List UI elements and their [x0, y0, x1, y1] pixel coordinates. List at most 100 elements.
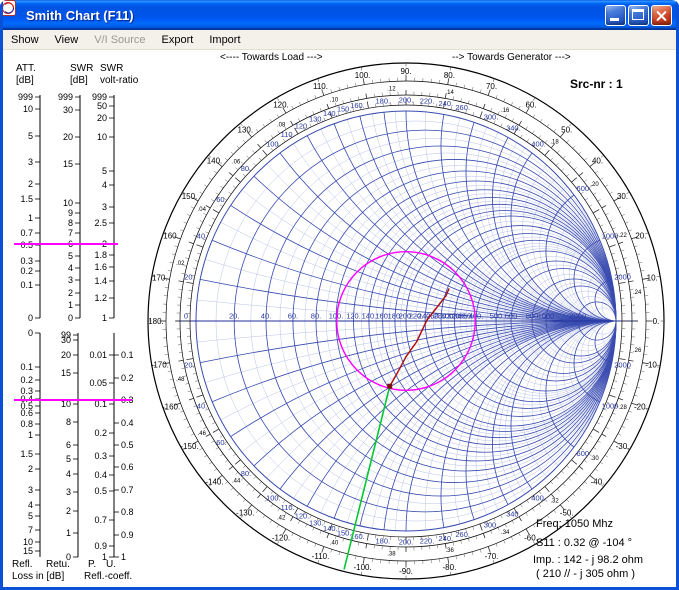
svg-text:110.: 110. — [313, 82, 328, 91]
nomo-footer-0: Refl. — [12, 559, 33, 570]
svg-text:90.: 90. — [400, 67, 411, 76]
svg-text:9: 9 — [68, 208, 73, 218]
svg-text:0: 0 — [28, 313, 33, 323]
svg-text:-90.: -90. — [399, 567, 413, 576]
nomo-header-2-unit: volt-ratio — [100, 75, 138, 86]
svg-text:1: 1 — [68, 300, 73, 310]
svg-text:220.: 220. — [420, 97, 435, 106]
svg-text:0.1: 0.1 — [20, 280, 33, 290]
svg-text:1.5: 1.5 — [20, 194, 33, 204]
scale-refl-loss: 00.10.20.30.40.50.60.811.5234571015 — [20, 328, 40, 557]
towards-generator-label: --> Towards Generator ---> — [452, 52, 571, 63]
svg-text:20.: 20. — [635, 231, 646, 240]
svg-text:0.2: 0.2 — [20, 375, 33, 385]
svg-text:180.: 180. — [148, 317, 164, 326]
svg-text:160.: 160. — [350, 101, 365, 110]
svg-text:0.2: 0.2 — [121, 373, 134, 383]
svg-text:340.: 340. — [506, 123, 521, 132]
svg-text:1.4: 1.4 — [94, 276, 107, 286]
svg-text:.10: .10 — [330, 97, 339, 103]
svg-text:0: 0 — [68, 313, 73, 323]
svg-text:60.: 60. — [216, 438, 226, 447]
nomo-footer-2: P. — [88, 559, 96, 570]
nomo-footer2-0: Loss in [dB] — [12, 571, 64, 582]
maximize-button[interactable] — [628, 5, 649, 26]
scale-p-coeff: 0.010.050.10.20.30.40.50.70.91 — [89, 333, 114, 562]
menu-item-show[interactable]: Show — [3, 32, 47, 48]
svg-text:0.5: 0.5 — [94, 486, 107, 496]
menu-item-import[interactable]: Import — [201, 32, 248, 48]
svg-text:.08: .08 — [277, 122, 286, 128]
svg-text:1000: 1000 — [538, 312, 555, 321]
result-impedance-parallel: ( 210 // - j 305 ohm ) — [536, 568, 635, 580]
svg-text:3: 3 — [102, 202, 107, 212]
svg-text:140.: 140. — [207, 156, 223, 165]
svg-text:.36: .36 — [445, 548, 454, 554]
svg-text:0.: 0. — [653, 317, 660, 326]
svg-text:170.: 170. — [152, 274, 168, 283]
svg-text:4: 4 — [102, 180, 107, 190]
svg-text:0.3: 0.3 — [94, 451, 107, 461]
svg-text:20: 20 — [63, 132, 73, 142]
svg-text:.40: .40 — [330, 541, 339, 547]
svg-text:10: 10 — [23, 104, 33, 114]
svg-text:2000: 2000 — [614, 360, 631, 369]
nomo-footer-3: U. — [106, 559, 116, 570]
svg-text:-110.: -110. — [312, 552, 330, 561]
svg-text:2: 2 — [68, 288, 73, 298]
svg-text:5: 5 — [66, 454, 71, 464]
nomo-header-1-title: SWR — [70, 63, 93, 74]
close-button[interactable] — [651, 5, 672, 26]
app-icon — [5, 7, 21, 23]
svg-text:0.6: 0.6 — [121, 462, 134, 472]
svg-text:80.: 80. — [444, 71, 455, 80]
svg-text:.02: .02 — [176, 261, 185, 267]
svg-text:0.7: 0.7 — [94, 515, 107, 525]
svg-text:200.: 200. — [399, 538, 414, 547]
svg-text:600: 600 — [577, 184, 590, 193]
svg-text:.16: .16 — [501, 108, 510, 114]
svg-text:20: 20 — [61, 350, 71, 360]
svg-text:80.: 80. — [241, 164, 251, 173]
svg-text:50.: 50. — [561, 125, 572, 134]
svg-text:300.: 300. — [484, 113, 499, 122]
svg-text:200.: 200. — [399, 96, 414, 105]
result-s11: S11 : 0.32 @ -104 ° — [536, 537, 632, 549]
svg-text:140.: 140. — [362, 312, 377, 321]
svg-text:500: 500 — [490, 312, 503, 321]
svg-text:130.: 130. — [309, 115, 324, 124]
titlebar[interactable]: Smith Chart (F11) — [0, 0, 679, 30]
svg-text:160.: 160. — [163, 231, 179, 240]
svg-text:.46: .46 — [198, 431, 207, 437]
svg-text:0.05: 0.05 — [89, 378, 107, 388]
svg-text:.42: .42 — [277, 516, 286, 522]
svg-text:10: 10 — [63, 198, 73, 208]
svg-text:-40.: -40. — [591, 478, 605, 487]
s11-marker[interactable] — [387, 384, 392, 389]
svg-text:0.7: 0.7 — [20, 228, 33, 238]
svg-text:150.: 150. — [182, 192, 198, 201]
svg-text:1.2: 1.2 — [94, 293, 107, 303]
svg-text:70.: 70. — [486, 82, 497, 91]
svg-text:2: 2 — [28, 464, 33, 474]
svg-text:.18: .18 — [550, 139, 559, 145]
svg-text:8: 8 — [68, 218, 73, 228]
svg-text:260.: 260. — [455, 530, 470, 539]
menu-item-export[interactable]: Export — [154, 32, 202, 48]
menu-item-v-i-source: V/I Source — [86, 32, 153, 48]
svg-text:5: 5 — [68, 251, 73, 261]
svg-text:999: 999 — [18, 92, 33, 102]
menubar: ShowViewV/I SourceExportImport — [3, 30, 676, 50]
menu-item-view[interactable]: View — [47, 32, 87, 48]
svg-text:10: 10 — [97, 132, 107, 142]
svg-text:1: 1 — [102, 313, 107, 323]
svg-text:300.: 300. — [484, 521, 499, 530]
svg-text:999: 999 — [58, 92, 73, 102]
svg-text:5: 5 — [28, 131, 33, 141]
svg-text:110.: 110. — [281, 503, 295, 512]
svg-text:0.3: 0.3 — [20, 256, 33, 266]
nomo-footer2-1: Refl.-coeff. — [84, 571, 132, 582]
minimize-button[interactable] — [605, 5, 626, 26]
svg-text:400.: 400. — [469, 312, 484, 321]
svg-text:8: 8 — [66, 417, 71, 427]
